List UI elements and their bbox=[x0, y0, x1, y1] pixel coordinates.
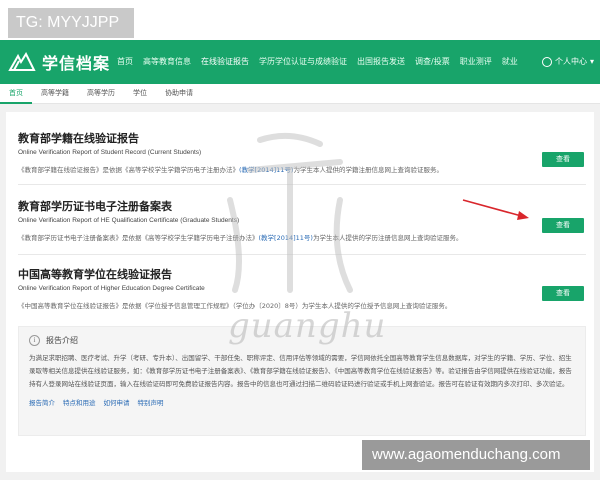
watermark-text: guanghu bbox=[228, 306, 387, 346]
nav-cert-verify[interactable]: 学历学位认证与成绩验证 bbox=[254, 40, 352, 84]
nav-online-report[interactable]: 在线验证报告 bbox=[196, 40, 254, 84]
report-intro-links: 报告简介 特点和用途 如何申请 特别声明 bbox=[29, 397, 575, 407]
tag-banner: TG: MYYJJPP bbox=[8, 8, 134, 38]
subnav-home[interactable]: 首页 bbox=[0, 84, 32, 104]
site-logo[interactable]: 学信档案 bbox=[8, 48, 110, 76]
link-features[interactable]: 特点和用途 bbox=[63, 397, 96, 407]
user-icon bbox=[541, 57, 552, 67]
nav-survey[interactable]: 调查/投票 bbox=[410, 40, 455, 84]
subnav-qualification[interactable]: 高等学历 bbox=[78, 84, 124, 104]
main-nav: 首页 高等教育信息 在线验证报告 学历学位认证与成绩验证 出国报告发送 调查/投… bbox=[112, 40, 523, 84]
nav-higher-edu[interactable]: 高等教育信息 bbox=[138, 40, 196, 84]
link-how-to-apply[interactable]: 如何申请 bbox=[104, 397, 130, 407]
view-button[interactable]: 查看 bbox=[542, 286, 584, 301]
link-intro[interactable]: 报告简介 bbox=[29, 397, 55, 407]
chevron-down-icon: ▾ bbox=[589, 57, 594, 66]
report-intro-body: 为满足求职招聘、医疗考试、升学（考研、专升本）、出国留学、干部任免、职称评定、信… bbox=[29, 354, 572, 388]
report-intro-title: 报告介绍 bbox=[46, 336, 78, 345]
logo-icon bbox=[8, 52, 36, 71]
view-button[interactable]: 查看 bbox=[542, 218, 584, 233]
top-header: 学信档案 首页 高等教育信息 在线验证报告 学历学位认证与成绩验证 出国报告发送… bbox=[0, 40, 600, 84]
nav-jobs[interactable]: 就业 bbox=[497, 40, 523, 84]
info-icon: i bbox=[29, 335, 40, 346]
subnav-student-record[interactable]: 高等学籍 bbox=[32, 84, 78, 104]
nav-career[interactable]: 职业测评 bbox=[455, 40, 497, 84]
site-url-banner: www.agaomenduchang.com bbox=[362, 440, 590, 470]
user-center[interactable]: 个人中心 ▾ bbox=[541, 40, 594, 84]
nav-overseas[interactable]: 出国报告发送 bbox=[352, 40, 410, 84]
subnav-degree[interactable]: 学位 bbox=[124, 84, 156, 104]
user-center-label: 个人中心 bbox=[554, 57, 587, 66]
logo-text: 学信档案 bbox=[42, 54, 111, 73]
nav-home[interactable]: 首页 bbox=[112, 40, 138, 84]
view-button[interactable]: 查看 bbox=[542, 152, 584, 167]
link-statement[interactable]: 特别声明 bbox=[138, 397, 164, 407]
red-arrow-annotation bbox=[462, 199, 529, 220]
watermark-glyph-icon bbox=[227, 132, 353, 293]
